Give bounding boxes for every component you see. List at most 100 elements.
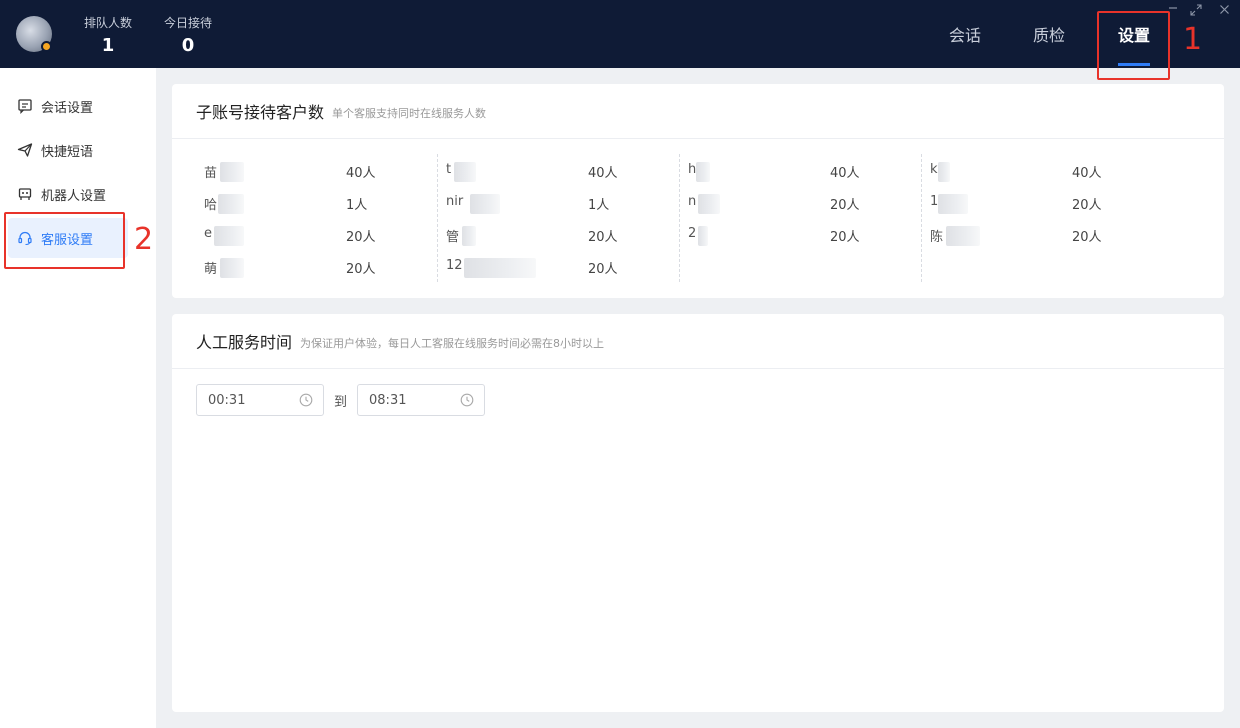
time-range-separator: 到 xyxy=(334,394,348,410)
account-count: 40人 xyxy=(346,166,376,181)
account-row[interactable]: 哈 1人 xyxy=(204,194,424,214)
robot-icon xyxy=(16,185,34,203)
account-name: 哈 xyxy=(204,198,218,213)
accounts-card: 子账号接待客户数 单个客服支持同时在线服务人数 苗 40人 哈 1人 e 20人… xyxy=(172,84,1224,298)
account-row[interactable]: k 40人 xyxy=(930,162,1150,182)
account-name: e xyxy=(204,226,212,241)
redacted-name xyxy=(218,194,244,214)
account-name: 管 xyxy=(446,230,460,245)
account-name: nir xyxy=(446,194,464,209)
end-time-picker[interactable]: 08:31 xyxy=(357,384,486,416)
redacted-name xyxy=(470,194,500,214)
minimize-icon[interactable] xyxy=(1168,2,1178,16)
annotation-number-1: 1 xyxy=(1183,22,1203,57)
redacted-name xyxy=(214,226,244,246)
account-row[interactable]: 苗 40人 xyxy=(204,162,424,182)
sidebar-item-label: 机器人设置 xyxy=(41,188,107,204)
sidebar-item-label: 会话设置 xyxy=(41,100,94,116)
account-count: 40人 xyxy=(1072,166,1102,181)
account-row[interactable]: 1 20人 xyxy=(930,194,1150,214)
clock-icon xyxy=(460,393,474,407)
account-row[interactable]: 管 20人 xyxy=(446,226,666,246)
accounts-card-header: 子账号接待客户数 单个客服支持同时在线服务人数 xyxy=(172,84,1224,139)
account-name: t xyxy=(446,162,452,177)
account-row[interactable]: 萌 20人 xyxy=(204,258,424,278)
account-count: 20人 xyxy=(346,230,376,245)
account-count: 20人 xyxy=(830,198,860,213)
today-label: 今日接待 xyxy=(163,16,212,30)
tab-quality[interactable]: 质检 xyxy=(1033,22,1065,46)
active-tab-indicator xyxy=(1118,63,1150,66)
account-row[interactable]: 陈 20人 xyxy=(930,226,1150,246)
sidebar-item-agent-settings[interactable]: 客服设置 xyxy=(8,218,128,258)
end-time-value: 08:31 xyxy=(369,392,407,408)
account-name: 苗 xyxy=(204,166,218,181)
start-time-picker[interactable]: 00:31 xyxy=(196,384,324,416)
sidebar: 会话设置 快捷短语 机器人设置 客服设置 xyxy=(0,68,156,728)
clock-icon xyxy=(299,393,313,407)
account-row[interactable]: 2 20人 xyxy=(688,226,908,246)
redacted-name xyxy=(220,162,244,182)
sidebar-item-quick-phrases[interactable]: 快捷短语 xyxy=(8,130,128,170)
account-row[interactable]: n 20人 xyxy=(688,194,908,214)
account-name: 萌 xyxy=(204,262,218,277)
accounts-column: h 40人 n 20人 2 20人 xyxy=(680,154,922,282)
account-count: 20人 xyxy=(1072,230,1102,245)
account-name: 陈 xyxy=(930,230,944,245)
top-bar: 排队人数 1 今日接待 0 会话 质检 设置 xyxy=(0,0,1240,68)
chat-settings-icon xyxy=(16,97,34,115)
queue-label: 排队人数 xyxy=(83,16,132,30)
sidebar-item-session-settings[interactable]: 会话设置 xyxy=(8,86,128,126)
account-count: 20人 xyxy=(1072,198,1102,213)
account-count: 20人 xyxy=(346,262,376,277)
accounts-grid: 苗 40人 哈 1人 e 20人 萌 20人 t 40人 nir 1人 管 20… xyxy=(196,154,1206,284)
account-name: k xyxy=(930,162,938,177)
redacted-name xyxy=(938,162,950,182)
service-time-card-subtitle: 为保证用户体验，每日人工客服在线服务时间必需在8小时以上 xyxy=(300,336,605,350)
service-time-range: 00:31 到 08:31 xyxy=(196,384,486,416)
account-row[interactable]: nir 1人 xyxy=(446,194,666,214)
redacted-name xyxy=(946,226,980,246)
account-count: 1人 xyxy=(588,198,610,213)
account-row[interactable]: e 20人 xyxy=(204,226,424,246)
account-name: n xyxy=(688,194,697,209)
account-count: 40人 xyxy=(588,166,618,181)
tab-settings[interactable]: 设置 xyxy=(1118,22,1150,46)
account-count: 20人 xyxy=(830,230,860,245)
status-dot xyxy=(41,41,52,52)
redacted-name xyxy=(696,162,710,182)
account-row[interactable]: t 40人 xyxy=(446,162,666,182)
maximize-icon[interactable] xyxy=(1190,4,1202,19)
accounts-card-title: 子账号接待客户数 xyxy=(196,103,325,122)
accounts-card-subtitle: 单个客服支持同时在线服务人数 xyxy=(332,106,487,120)
redacted-name xyxy=(698,194,720,214)
send-plane-icon xyxy=(16,141,34,159)
accounts-column: 苗 40人 哈 1人 e 20人 萌 20人 xyxy=(196,154,438,282)
account-row[interactable]: h 40人 xyxy=(688,162,908,182)
account-count: 1人 xyxy=(346,198,368,213)
close-icon[interactable] xyxy=(1219,4,1230,18)
sidebar-item-label: 客服设置 xyxy=(41,232,94,248)
redacted-name xyxy=(462,226,476,246)
redacted-name xyxy=(938,194,968,214)
tab-session[interactable]: 会话 xyxy=(949,22,981,46)
account-count: 20人 xyxy=(588,230,618,245)
accounts-column: t 40人 nir 1人 管 20人 12 20人 xyxy=(438,154,680,282)
today-stat: 今日接待 0 xyxy=(162,14,214,56)
redacted-name xyxy=(454,162,476,182)
sidebar-item-robot-settings[interactable]: 机器人设置 xyxy=(8,174,128,214)
account-name: h xyxy=(688,162,697,177)
start-time-value: 00:31 xyxy=(208,392,246,408)
annotation-number-2: 2 xyxy=(134,222,154,257)
account-count: 40人 xyxy=(830,166,860,181)
service-time-card: 人工服务时间 为保证用户体验，每日人工客服在线服务时间必需在8小时以上 00:3… xyxy=(172,314,1224,712)
account-row[interactable]: 12 20人 xyxy=(446,258,666,278)
today-value: 0 xyxy=(181,35,195,56)
redacted-name xyxy=(464,258,536,278)
headset-icon xyxy=(16,229,34,247)
account-name: 12 xyxy=(446,258,463,273)
account-name: 2 xyxy=(688,226,697,241)
queue-value: 1 xyxy=(101,35,115,56)
service-time-card-header: 人工服务时间 为保证用户体验，每日人工客服在线服务时间必需在8小时以上 xyxy=(172,314,1224,369)
service-time-card-title: 人工服务时间 xyxy=(196,333,293,352)
